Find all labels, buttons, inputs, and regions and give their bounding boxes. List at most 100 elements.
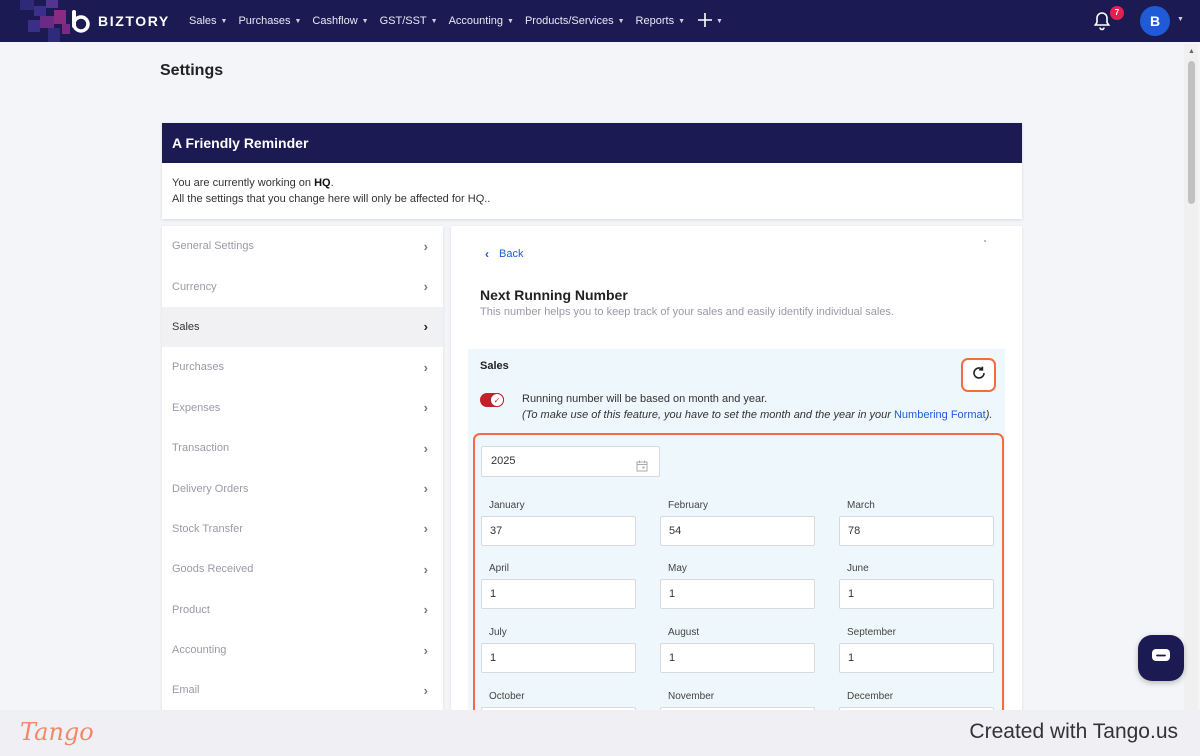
reminder-card: A Friendly Reminder You are currently wo… [162, 123, 1022, 219]
chevron-right-icon: › [423, 400, 428, 416]
sidebar-item-label: Purchases [172, 361, 224, 374]
menu-accounting[interactable]: Accounting ▼ [449, 15, 514, 27]
sidebar-item-stock-transfer[interactable]: Stock Transfer › [162, 509, 443, 549]
sales-section-label: Sales [480, 360, 509, 372]
sidebar-item-label: General Settings [172, 240, 254, 253]
menu-label: Reports [635, 15, 675, 27]
menu-products-services[interactable]: Products/Services ▼ [525, 15, 625, 27]
scrollbar-thumb[interactable] [1188, 61, 1195, 204]
checkmark-icon: ✓ [490, 393, 504, 407]
calendar-icon[interactable] [636, 455, 648, 472]
page-title: Settings [160, 62, 224, 79]
menu-purchases[interactable]: Purchases ▼ [238, 15, 301, 27]
refresh-icon [971, 365, 987, 386]
month-input-september[interactable]: 1 [839, 643, 994, 673]
menu-gst-sst[interactable]: GST/SST ▼ [380, 15, 438, 27]
branch-name: HQ [314, 177, 331, 189]
year-picker[interactable]: 2025 [481, 446, 660, 477]
month-label-september: September [847, 627, 896, 638]
menu-label: Products/Services [524, 15, 614, 27]
caret-down-icon: ▼ [430, 17, 438, 25]
sidebar-item-transaction[interactable]: Transaction › [162, 428, 443, 468]
chevron-right-icon: › [423, 642, 428, 658]
chevron-right-icon: › [423, 682, 428, 698]
user-avatar[interactable]: B [1140, 6, 1170, 36]
chevron-right-icon: › [423, 561, 428, 577]
month-label-june: June [847, 563, 869, 574]
chevron-right-icon: › [423, 521, 428, 537]
toggle-description: Running number will be based on month an… [522, 391, 992, 423]
chevron-left-icon: ‹ [485, 247, 489, 261]
sidebar-item-purchases[interactable]: Purchases › [162, 347, 443, 387]
month-input-january[interactable]: 37 [481, 516, 636, 546]
chevron-right-icon: › [423, 359, 428, 375]
sidebar-item-label: Expenses [172, 401, 221, 414]
scroll-up-arrow-icon[interactable]: ▲ [1188, 48, 1195, 55]
divider-dot [984, 240, 986, 242]
reminder-text: . [330, 177, 334, 189]
month-label-february: February [668, 500, 709, 511]
month-year-toggle[interactable]: ✓ [480, 393, 504, 407]
month-input-may[interactable]: 1 [660, 579, 815, 609]
settings-sidebar: General Settings › Currency › Sales › Purch… [162, 226, 443, 710]
month-label-december: December [847, 691, 894, 702]
sidebar-item-product[interactable]: Product › [162, 590, 443, 630]
toggle-note: (To make use of this feature, you have t… [522, 407, 992, 423]
sidebar-item-label: Email [172, 684, 200, 697]
caret-down-icon[interactable]: ▼ [1177, 16, 1184, 23]
chat-button[interactable] [1138, 635, 1184, 681]
note-text: ). [985, 409, 993, 421]
sidebar-item-label: Sales [172, 320, 200, 333]
main-menu: Sales ▼ Purchases ▼ Cashflow ▼ GST/SST ▼ Acc… [189, 0, 734, 42]
month-label-october: October [489, 691, 525, 702]
menu-cashflow[interactable]: Cashflow ▼ [312, 15, 368, 27]
sales-running-number-section: Sales ✓ Running number will be based on … [468, 349, 1005, 710]
month-input-april[interactable]: 1 [481, 579, 636, 609]
sidebar-item-currency[interactable]: Currency › [162, 266, 443, 306]
sidebar-item-sales[interactable]: Sales › [162, 306, 443, 348]
chevron-right-icon: › [423, 481, 428, 497]
refresh-button[interactable] [961, 358, 996, 392]
top-navbar: BIZTORY Sales ▼ Purchases ▼ Cashflow ▼ GST/… [0, 0, 1200, 42]
menu-sales[interactable]: Sales ▼ [189, 15, 227, 27]
sidebar-item-label: Currency [172, 280, 217, 293]
biztory-logo-icon [70, 9, 92, 33]
caret-down-icon: ▼ [507, 17, 514, 25]
year-value: 2025 [491, 455, 516, 467]
sidebar-item-email[interactable]: Email › [162, 670, 443, 710]
tango-footer: Tango Created with Tango.us [0, 710, 1200, 756]
chevron-right-icon: › [423, 319, 428, 335]
sidebar-item-label: Transaction [172, 442, 230, 455]
month-input-august[interactable]: 1 [660, 643, 815, 673]
caret-down-icon: ▼ [617, 17, 625, 25]
menu-label: Sales [189, 15, 217, 27]
month-label-january: January [489, 500, 525, 511]
sidebar-item-goods-received[interactable]: Goods Received › [162, 549, 443, 589]
brand-logo[interactable]: BIZTORY [70, 9, 170, 33]
sidebar-item-label: Product [172, 603, 210, 616]
month-input-february[interactable]: 54 [660, 516, 815, 546]
menu-label: Cashflow [312, 15, 358, 27]
menu-reports[interactable]: Reports ▼ [636, 15, 685, 27]
month-input-june[interactable]: 1 [839, 579, 994, 609]
sidebar-item-expenses[interactable]: Expenses › [162, 388, 443, 428]
month-label-april: April [489, 563, 510, 574]
sidebar-item-accounting[interactable]: Accounting › [162, 630, 443, 670]
sidebar-item-general-settings[interactable]: General Settings › [162, 226, 443, 266]
month-label-may: May [668, 563, 687, 574]
caret-down-icon: ▼ [220, 17, 228, 25]
sidebar-item-delivery-orders[interactable]: Delivery Orders › [162, 468, 443, 508]
notification-badge: 7 [1110, 6, 1124, 20]
menu-label: Purchases [238, 15, 291, 27]
settings-panel: ‹ Back Next Running Number This number h… [451, 226, 1022, 710]
month-input-july[interactable]: 1 [481, 643, 636, 673]
quick-add-menu[interactable]: ▼ [698, 10, 723, 33]
numbering-format-link[interactable]: Numbering Format [894, 409, 986, 421]
month-input-march[interactable]: 78 [839, 516, 994, 546]
menu-label: Accounting [448, 15, 504, 27]
back-link[interactable]: ‹ Back [485, 247, 523, 261]
section-title: Next Running Number [480, 287, 628, 303]
reminder-text: You are currently working on [172, 177, 315, 189]
monthly-numbers-group: 2025 January 37 February 54 March 78 Apr… [473, 433, 1004, 710]
chevron-right-icon: › [423, 602, 428, 618]
